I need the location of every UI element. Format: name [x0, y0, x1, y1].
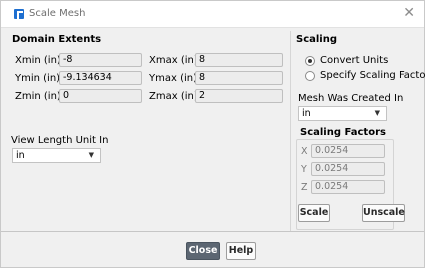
footer-divider: [1, 231, 424, 232]
scale-x-field[interactable]: 0.0254: [311, 144, 385, 158]
scale-y-label: Y: [301, 164, 307, 175]
xmin-field[interactable]: -8: [59, 53, 142, 67]
close-button[interactable]: Close: [186, 242, 220, 260]
radio-selected-icon: [305, 56, 315, 66]
xmin-label: Xmin (in): [15, 55, 61, 66]
unscale-button[interactable]: Unscale: [362, 204, 405, 222]
xmax-field[interactable]: 8: [195, 53, 283, 67]
mesh-created-in-label: Mesh Was Created In: [298, 93, 404, 104]
zmin-field[interactable]: 0: [59, 89, 142, 103]
ymin-label: Ymin (in): [15, 73, 61, 84]
view-length-unit-label: View Length Unit In: [11, 135, 109, 146]
view-length-unit-dropdown[interactable]: in ▼: [12, 148, 101, 163]
scale-y-field[interactable]: 0.0254: [311, 162, 385, 176]
radio-unselected-icon: [305, 71, 315, 81]
vertical-divider: [290, 31, 291, 231]
mesh-created-in-dropdown[interactable]: in ▼: [298, 106, 387, 121]
title-bar: Scale Mesh ✕: [1, 1, 424, 28]
zmax-field[interactable]: 2: [195, 89, 283, 103]
mesh-created-in-value: in: [302, 108, 311, 119]
view-length-unit-value: in: [16, 150, 25, 161]
zmin-label: Zmin (in): [15, 91, 61, 102]
convert-units-label: Convert Units: [320, 55, 389, 66]
scale-z-label: Z: [301, 182, 308, 193]
app-icon: [14, 9, 24, 19]
zmax-label: Zmax (in): [149, 91, 198, 102]
scale-x-label: X: [301, 146, 308, 157]
chevron-down-icon: ▼: [88, 151, 94, 159]
scale-mesh-dialog: Scale Mesh ✕ Domain Extents Xmin (in) -8…: [0, 0, 425, 268]
ymax-field[interactable]: 8: [195, 71, 283, 85]
chevron-down-icon: ▼: [374, 109, 380, 117]
scaling-title: Scaling: [296, 34, 338, 45]
scale-button[interactable]: Scale: [298, 204, 330, 222]
domain-extents-title: Domain Extents: [12, 34, 102, 45]
specify-scaling-factors-label: Specify Scaling Factors: [320, 70, 425, 81]
xmax-label: Xmax (in): [149, 55, 198, 66]
close-icon[interactable]: ✕: [403, 5, 415, 21]
ymin-field[interactable]: -9.134634: [59, 71, 142, 85]
help-button[interactable]: Help: [226, 242, 256, 260]
ymax-label: Ymax (in): [149, 73, 197, 84]
window-title: Scale Mesh: [29, 8, 86, 19]
scale-z-field[interactable]: 0.0254: [311, 180, 385, 194]
scaling-factors-title: Scaling Factors: [300, 127, 388, 138]
